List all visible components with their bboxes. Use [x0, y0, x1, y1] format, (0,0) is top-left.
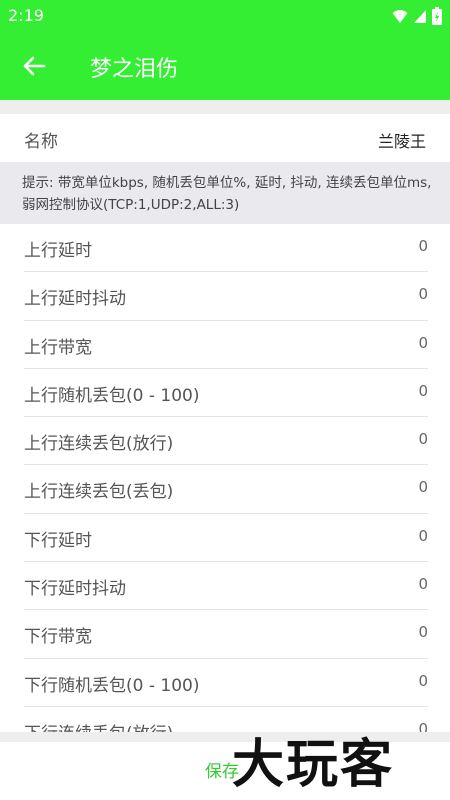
signal-icon — [414, 10, 426, 23]
setting-value[interactable]: 0 — [418, 527, 428, 545]
setting-row[interactable]: 上行连续丢包(放行) 0 — [0, 417, 450, 466]
setting-label: 上行连续丢包(放行) — [24, 434, 174, 455]
setting-value[interactable]: 0 — [418, 672, 428, 690]
setting-label: 上行延时抖动 — [24, 289, 126, 310]
watermark-logo: 大玩客 — [232, 734, 395, 795]
hint-text: 提示: 带宽单位kbps, 随机丢包单位%, 延时, 抖动, 连续丢包单位ms,… — [22, 175, 432, 213]
status-icons — [392, 7, 442, 25]
setting-value[interactable]: 0 — [418, 575, 428, 593]
setting-row[interactable]: 下行延时 0 — [0, 514, 450, 563]
setting-label: 上行延时 — [24, 241, 92, 261]
setting-value[interactable]: 0 — [418, 478, 428, 496]
setting-row[interactable]: 下行随机丢包(0 - 100) 0 — [0, 659, 450, 707]
setting-value[interactable]: 0 — [418, 285, 428, 303]
settings-list: 上行延时 0 上行延时抖动 0 上行带宽 0 上行随机丢包(0 - 100) 0… — [0, 224, 450, 740]
wifi-icon — [392, 10, 408, 23]
setting-value[interactable]: 0 — [418, 430, 428, 448]
setting-label: 下行随机丢包(0 - 100) — [24, 675, 200, 696]
setting-row[interactable]: 上行连续丢包(丢包) 0 — [0, 465, 450, 514]
setting-label: 上行随机丢包(0 - 100) — [24, 385, 200, 406]
setting-row[interactable]: 上行带宽 0 — [0, 321, 450, 369]
setting-label: 下行带宽 — [24, 627, 92, 648]
setting-label: 上行带宽 — [24, 337, 92, 358]
name-label: 名称 — [24, 132, 58, 152]
status-bar: 2:19 — [0, 0, 450, 32]
setting-row[interactable]: 上行延时抖动 0 — [0, 272, 450, 321]
setting-value[interactable]: 0 — [418, 623, 428, 641]
setting-value[interactable]: 0 — [418, 237, 428, 255]
setting-value[interactable]: 0 — [418, 334, 428, 352]
hint-panel: 提示: 带宽单位kbps, 随机丢包单位%, 延时, 抖动, 连续丢包单位ms,… — [0, 162, 450, 224]
back-arrow-icon[interactable] — [20, 52, 48, 80]
top-spacer — [0, 100, 450, 114]
name-field[interactable]: 名称 兰陵王 — [0, 114, 450, 162]
setting-value[interactable]: 0 — [418, 382, 428, 400]
setting-row[interactable]: 下行延时抖动 0 — [0, 562, 450, 611]
setting-row[interactable]: 下行带宽 0 — [0, 610, 450, 659]
setting-label: 下行延时抖动 — [24, 579, 126, 600]
page-title: 梦之泪伤 — [90, 57, 179, 82]
setting-label: 下行延时 — [24, 530, 92, 551]
setting-row[interactable]: 上行延时 0 — [0, 224, 450, 273]
setting-label: 上行连续丢包(丢包) — [24, 482, 174, 503]
app-bar: 梦之泪伤 — [0, 32, 450, 100]
setting-row[interactable]: 上行随机丢包(0 - 100) 0 — [0, 369, 450, 418]
status-time: 2:19 — [8, 6, 44, 25]
name-value[interactable]: 兰陵王 — [378, 128, 426, 152]
battery-icon — [432, 7, 442, 25]
